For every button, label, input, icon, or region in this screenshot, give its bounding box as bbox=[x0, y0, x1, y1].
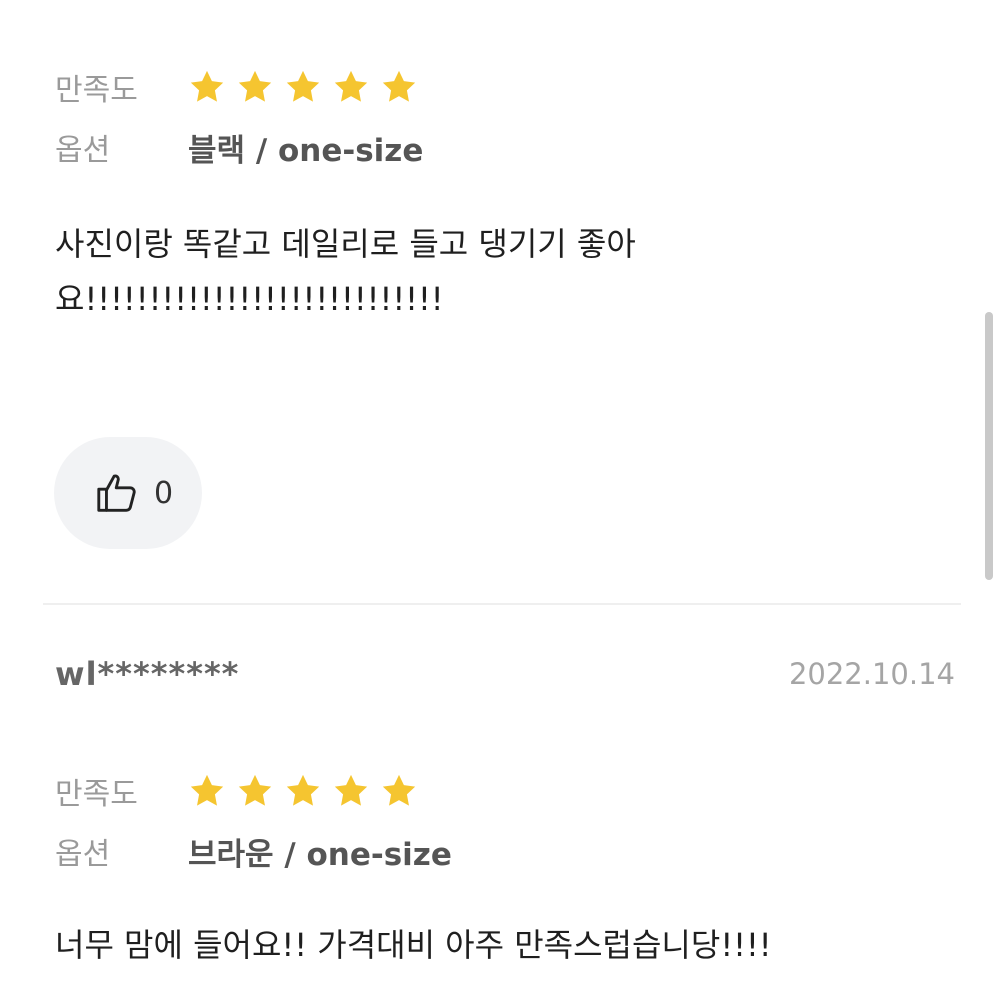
star-icon bbox=[334, 70, 368, 102]
username: wl******** bbox=[55, 655, 240, 693]
review-date: 2022.10.14 bbox=[788, 657, 955, 691]
like-count: 0 bbox=[154, 475, 174, 511]
review-body: 너무 맘에 들어요!! 가격대비 아주 만족스럽습니당!!!! bbox=[55, 926, 772, 964]
star-icon bbox=[286, 774, 320, 806]
star-icon bbox=[190, 70, 224, 102]
star-icon bbox=[382, 774, 416, 806]
rating-stars bbox=[188, 68, 418, 106]
satisfaction-row: 만족도 bbox=[55, 62, 418, 112]
satisfaction-label: 만족도 bbox=[55, 73, 138, 108]
star-icon bbox=[190, 774, 224, 806]
option-value: 브라운 / one-size bbox=[188, 836, 452, 873]
thumbs-up-icon bbox=[97, 474, 136, 512]
star-icon bbox=[382, 70, 416, 102]
review-header: wl******** 2022.10.14 bbox=[55, 652, 955, 696]
star-icon bbox=[238, 70, 272, 102]
divider bbox=[43, 603, 961, 605]
option-row: 옵션 블랙 / one-size bbox=[55, 122, 423, 172]
review-body: 사진이랑 똑같고 데일리로 들고 댕기기 좋아 요!!!!!!!!!!!!!!!… bbox=[55, 225, 636, 318]
star-icon bbox=[286, 70, 320, 102]
review-list: 만족도 옵션 블랙 / one-size 사진이랑 똑같고 데일리로 들고 댕기… bbox=[0, 0, 1002, 1002]
scrollbar-thumb[interactable] bbox=[985, 312, 993, 580]
option-label: 옵션 bbox=[55, 837, 111, 872]
option-row: 옵션 브라운 / one-size bbox=[55, 826, 452, 876]
satisfaction-label: 만족도 bbox=[55, 777, 138, 812]
option-label: 옵션 bbox=[55, 133, 111, 168]
like-button[interactable]: 0 bbox=[54, 437, 202, 549]
star-icon bbox=[334, 774, 368, 806]
satisfaction-row: 만족도 bbox=[55, 766, 418, 816]
rating-stars bbox=[188, 772, 418, 810]
option-value: 블랙 / one-size bbox=[188, 132, 424, 169]
star-icon bbox=[238, 774, 272, 806]
